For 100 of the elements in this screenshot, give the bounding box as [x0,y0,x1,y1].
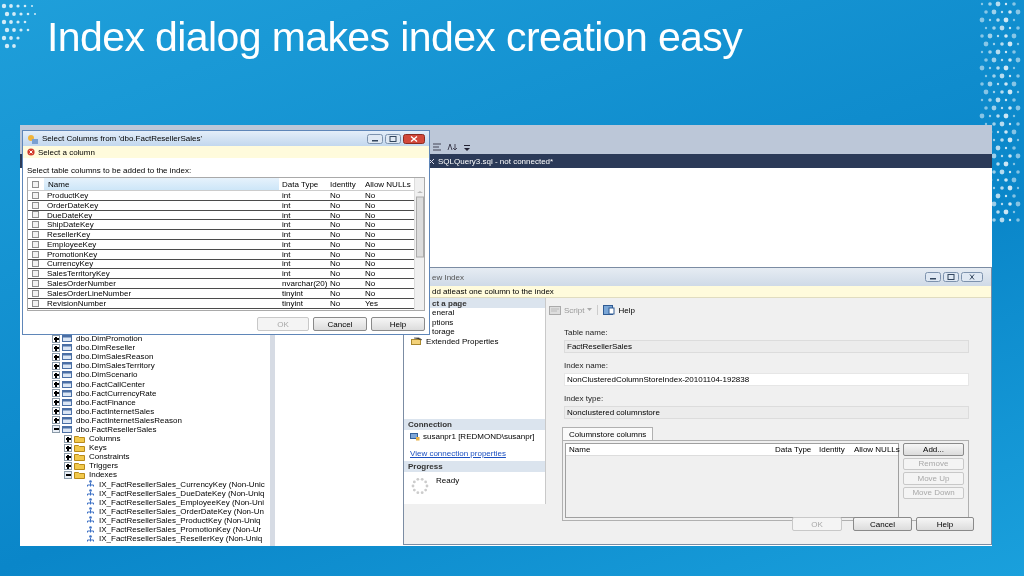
tree-item[interactable]: Constraints [89,452,130,462]
dialog-button[interactable]: Add... [903,443,964,456]
table-cell-text: int [281,210,292,220]
tree-item[interactable]: dbo.DimScenario [76,370,138,380]
window-title: ew Index [432,272,465,282]
table-cell-text: No [329,298,342,308]
field-label: Index type: [564,394,605,403]
tree-item[interactable]: Keys [89,443,107,453]
column-header[interactable]: Name [566,445,772,454]
toolbar-button[interactable]: Help [618,305,635,315]
table-cell-text: tinyint [281,288,304,298]
column-header[interactable]: Identity [816,445,851,454]
table-cell-text: No [329,279,342,289]
table-cell-text: ResellerKey [46,230,92,240]
table-cell-text: int [281,249,292,259]
dialog-button[interactable]: Cancel [313,317,367,331]
table-cell-text: No [364,249,377,259]
table-cell-text: No [364,259,377,269]
table-cell-text: tinyint [281,298,304,308]
tree-item[interactable]: IX_FactResellerSales_DueDateKey (Non-Uniq [99,488,265,498]
read-only-field: Nonclustered columnstore [564,406,969,419]
tree-item[interactable]: dbo.DimPromotion [76,334,143,344]
page-item[interactable]: ptions [432,317,454,327]
tree-item[interactable]: dbo.FactFinance [76,397,136,407]
table-cell-text: nvarchar(20) [281,279,327,289]
table-cell-text: No [329,269,342,279]
tree-item[interactable]: IX_FactResellerSales_OrderDateKey (Non-Un [99,506,264,516]
table-cell-text: ShipDateKey [46,220,95,230]
column-header[interactable]: Data Type [772,445,816,454]
section-header: Progress [404,461,545,472]
slide-title: Index dialog makes index creation easy [47,14,744,61]
column-header[interactable]: Allow NULLs [851,445,900,454]
tree-item[interactable]: dbo.FactCallCenter [76,379,145,389]
page-item[interactable]: Extended Properties [426,336,499,346]
tree-item[interactable]: Indexes [89,470,118,480]
column-header[interactable]: Name [44,178,279,190]
table-cell-text: SalesOrderNumber [46,279,117,289]
table-cell-text: int [281,269,292,279]
table-cell-text: No [329,239,342,249]
table-cell-text: CurrencyKey [46,259,95,269]
table-cell-text: No [364,220,377,230]
table-cell-text: No [364,200,377,210]
connection-link[interactable]: View connection properties [404,443,545,461]
input-field[interactable]: NonClusteredColumnStoreIndex-20101104-192838 [564,373,969,386]
table-cell-text: No [364,288,377,298]
tree-item[interactable]: dbo.FactResellerSales [76,425,157,434]
server-name: susanpr1 [REDMOND\susanpr] [423,432,535,441]
document-tab[interactable]: SQLQuery3.sql - not connected* [438,156,554,166]
section-header: Connection [404,419,545,430]
table-cell-text: No [329,220,342,230]
tree-item[interactable]: Columns [89,434,121,444]
instruction-text: Select table columns to be added to the index: [26,165,193,177]
table-cell-text: int [281,220,292,230]
tree-item[interactable]: dbo.DimSalesReason [76,352,154,362]
column-header[interactable]: Data Type [279,179,327,189]
tab[interactable]: Columnstore columns [562,427,654,440]
window-title: Select Columns from 'dbo.FactResellerSales' [42,134,202,143]
table-cell-text: No [364,239,377,249]
dialog-button[interactable]: Help [371,317,425,331]
validation-message: dd atleast one column to the index [432,287,554,296]
page-item[interactable]: eneral [432,308,455,318]
table-cell-text: No [364,210,377,220]
table-cell-text: SalesOrderLineNumber [46,288,133,298]
tree-item[interactable]: IX_FactResellerSales_ProductKey (Non-Uniq [99,515,261,525]
table-cell-text: No [329,259,342,269]
table-cell-text: PromotionKey [46,249,99,259]
table-cell-text: No [329,210,342,220]
page-item[interactable]: torage [432,327,455,337]
tree-item[interactable]: IX_FactResellerSales_CurrencyKey (Non-Unic [99,479,265,489]
dialog-button[interactable]: Cancel [853,517,912,531]
table-cell-text: Yes [364,298,380,308]
column-header[interactable]: Identity [327,179,362,189]
tree-item[interactable]: IX_FactResellerSales_ResellerKey (Non-Uniq [99,534,263,544]
table-cell-text: EmployeeKey [46,239,98,249]
tree-item[interactable]: dbo.DimReseller [76,343,136,353]
tree-item[interactable]: IX_FactResellerSales_PromotionKey (Non-Ur [99,525,262,534]
table-cell-text: No [364,190,377,200]
tree-item[interactable]: dbo.FactCurrencyRate [76,388,157,398]
tree-item[interactable]: dbo.DimSalesTerritory [76,361,155,371]
table-cell-text: DueDateKey [46,210,94,220]
validation-message: Select a column [38,147,95,157]
tree-item[interactable]: Triggers [89,461,119,471]
column-header[interactable]: Allow NULLs [362,179,414,189]
table-cell-text: int [281,200,292,210]
tree-item[interactable]: IX_FactResellerSales_EmployeeKey (Non-Uni [99,497,264,507]
tree-item[interactable]: dbo.FactInternetSalesReason [76,415,182,425]
table-cell-text: int [281,239,292,249]
field-label: Index name: [564,361,610,370]
status-text: Ready [436,476,460,487]
table-cell-text: ProductKey [46,190,90,200]
table-cell-text: No [329,288,342,298]
table-cell-text: int [281,259,292,269]
table-cell-text: int [281,230,292,240]
table-cell-text: No [329,249,342,259]
tree-item[interactable]: dbo.FactInternetSales [76,406,155,416]
table-cell-text: OrderDateKey [46,200,100,210]
field-label: Table name: [564,328,609,337]
table-cell-text: No [329,200,342,210]
dialog-button[interactable]: Help [916,517,974,531]
table-cell-text: int [281,190,292,200]
